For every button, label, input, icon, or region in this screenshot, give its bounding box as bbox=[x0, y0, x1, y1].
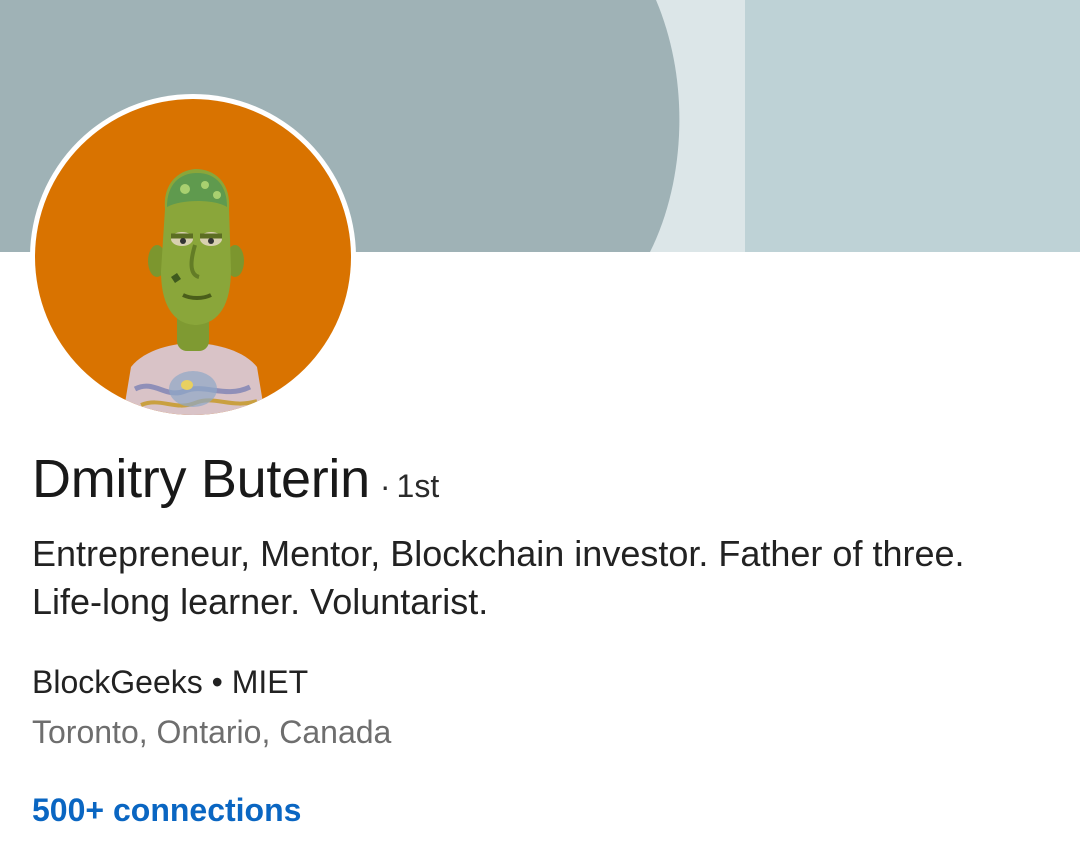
profile-photo[interactable] bbox=[30, 94, 356, 420]
profile-company: BlockGeeks • MIET bbox=[32, 664, 309, 700]
degree-label: 1st bbox=[396, 468, 440, 504]
connection-degree: · 1st bbox=[380, 468, 439, 505]
degree-separator: · bbox=[379, 468, 391, 504]
name-row: Dmitry Buterin · 1st bbox=[32, 448, 439, 510]
profile-headline: Entrepreneur, Mentor, Blockchain investo… bbox=[32, 533, 965, 622]
profile-page: Dmitry Buterin · 1st Entrepreneur, Mentor… bbox=[0, 0, 1080, 849]
profile-location: Toronto, Ontario, Canada bbox=[32, 714, 392, 750]
profile-name: Dmitry Buterin bbox=[32, 449, 370, 509]
avatar-icon bbox=[35, 99, 351, 415]
connections-link[interactable]: 500+ connections bbox=[32, 792, 301, 829]
